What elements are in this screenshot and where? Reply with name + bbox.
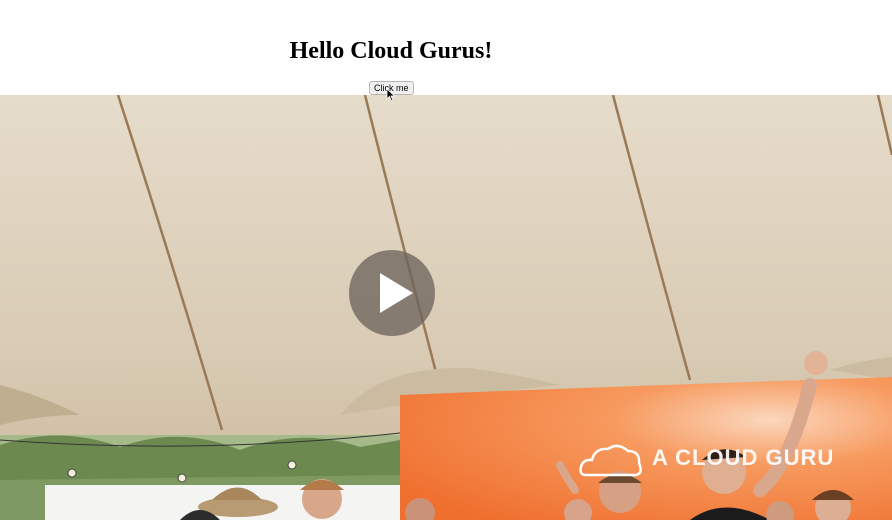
page-header: Hello Cloud Gurus! Click me — [0, 0, 892, 95]
play-button[interactable] — [349, 250, 435, 336]
page-title: Hello Cloud Gurus! — [289, 38, 493, 64]
play-icon — [380, 273, 413, 313]
video-player[interactable]: A CLOUD GURU — [0, 95, 892, 520]
mouse-pointer-icon — [386, 88, 396, 102]
banner-text: A CLOUD GURU — [652, 445, 835, 470]
cloud-logo-icon — [579, 444, 642, 477]
